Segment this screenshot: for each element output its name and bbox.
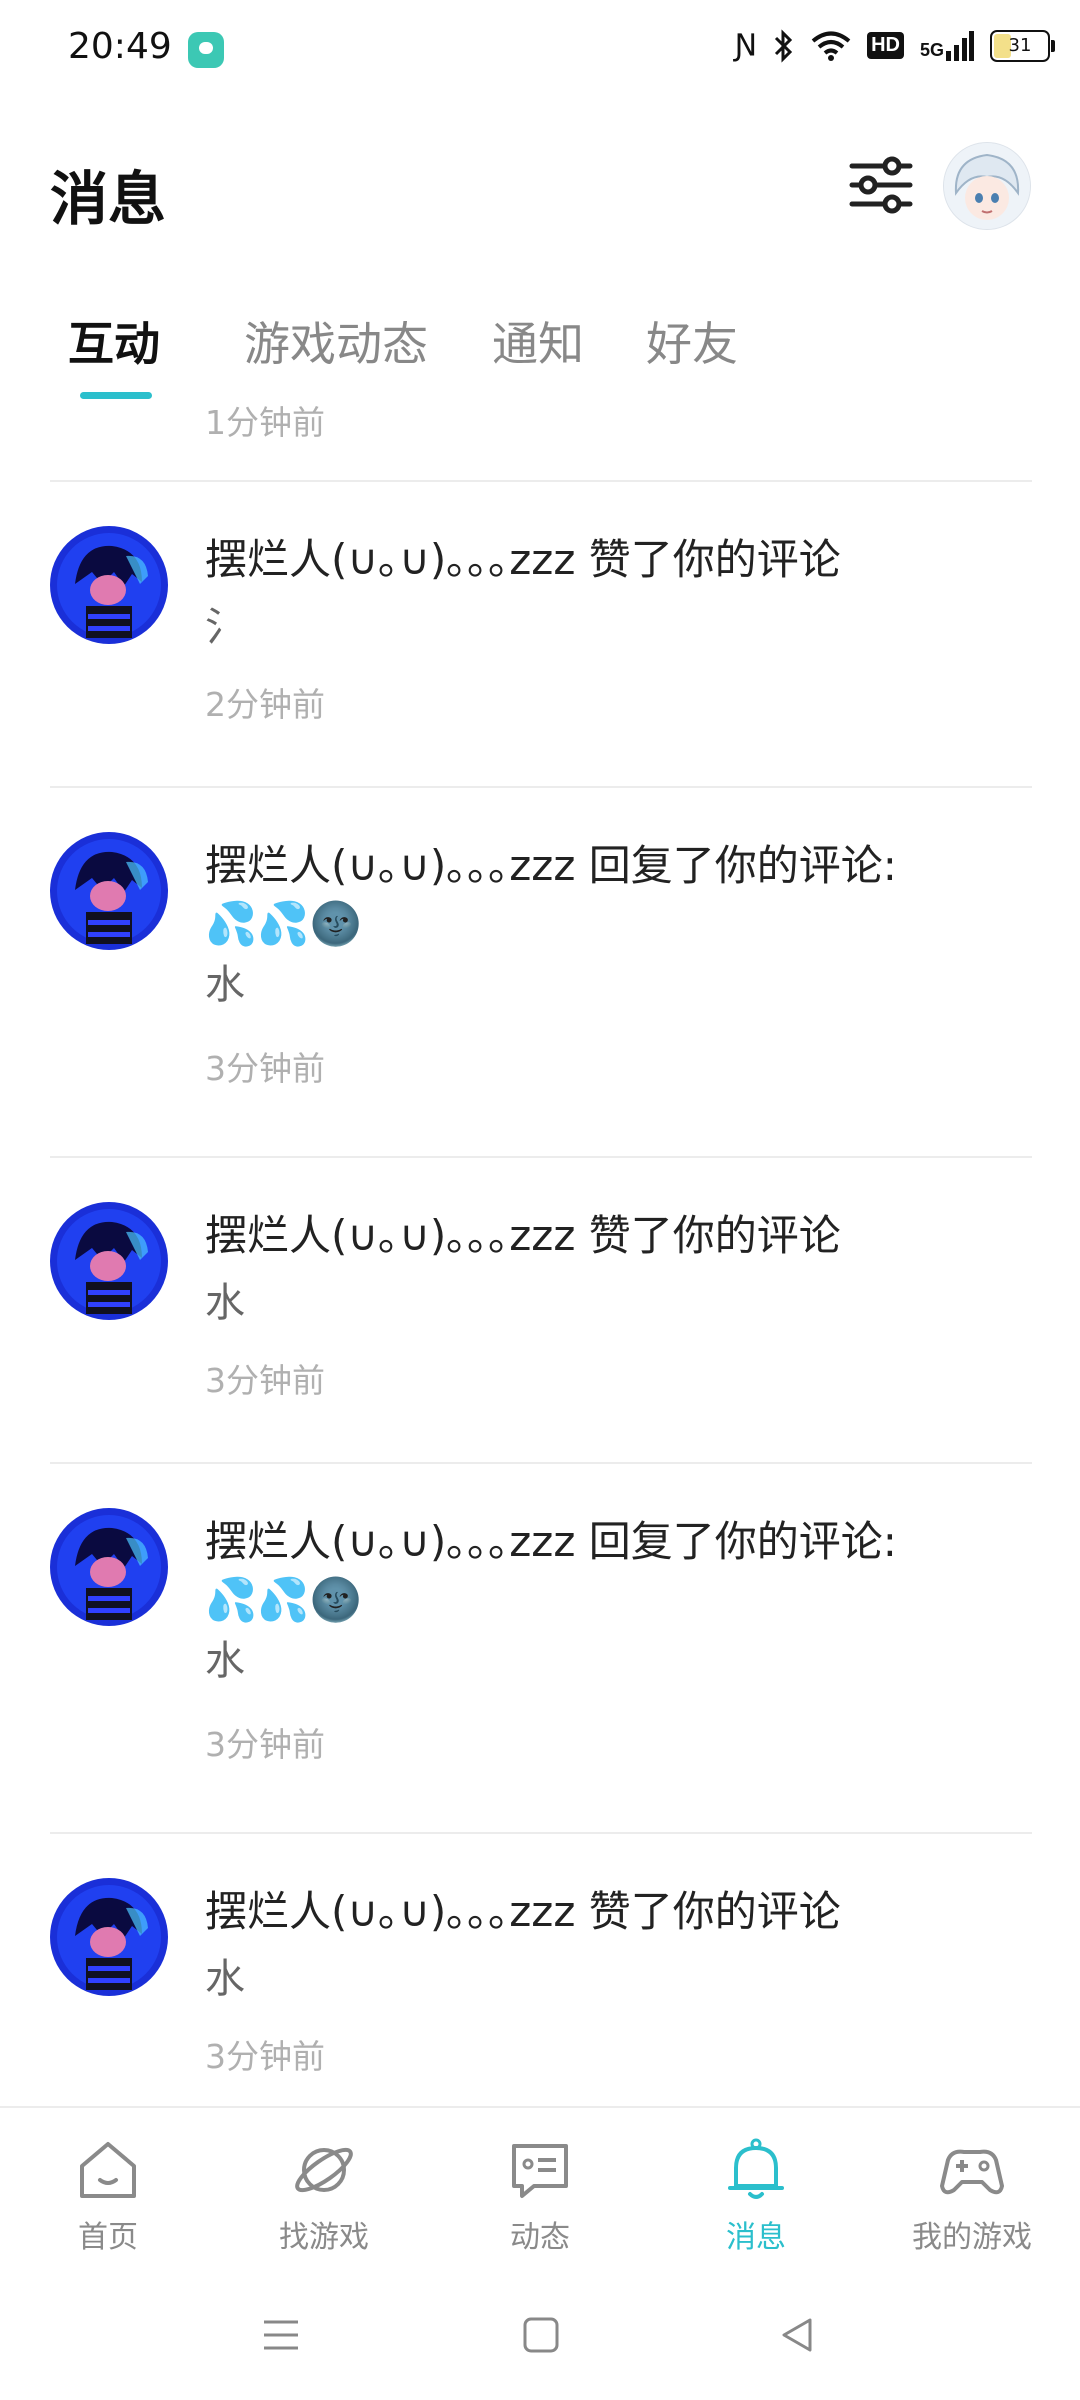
message-item[interactable]: 摆烂人(∪｡∪)｡｡｡zzz 回复了你的评论: 💦💦🌚 水 3分钟前 bbox=[0, 788, 1080, 1156]
sender-name[interactable]: 摆烂人(∪｡∪)｡｡｡zzz bbox=[205, 1887, 575, 1936]
message-body: 氵 bbox=[205, 604, 245, 650]
signal-group: 5G bbox=[919, 30, 974, 61]
message-title: 摆烂人(∪｡∪)｡｡｡zzz 回复了你的评论: 💦💦🌚 bbox=[205, 832, 897, 949]
bottom-navigation: 首页 找游戏 动态 消息 我的游戏 bbox=[0, 2106, 1080, 2272]
message-body: 水 bbox=[205, 1956, 245, 2002]
tab-interaction[interactable]: 互动 bbox=[68, 308, 160, 374]
network-type: 5G bbox=[919, 39, 944, 60]
message-action: 回复了你的评论: bbox=[588, 841, 897, 890]
page-header: 消息 bbox=[0, 130, 1080, 240]
message-title: 摆烂人(∪｡∪)｡｡｡zzz 赞了你的评论 bbox=[205, 1202, 841, 1263]
sender-name[interactable]: 摆烂人(∪｡∪)｡｡｡zzz bbox=[205, 1517, 575, 1566]
nav-label: 动态 bbox=[510, 2220, 570, 2255]
message-item[interactable]: 摆烂人(∪｡∪)｡｡｡zzz 赞了你的评论 水 3分钟前 bbox=[0, 1158, 1080, 1464]
tab-friends[interactable]: 好友 bbox=[646, 308, 738, 374]
message-time: 3分钟前 bbox=[205, 1725, 325, 1764]
message-time: 1分钟前 bbox=[205, 403, 325, 442]
message-item[interactable]: 摆烂人(∪｡∪)｡｡｡zzz 赞了你的评论 水 3分钟前 bbox=[0, 1834, 1080, 2106]
hd-badge: HD bbox=[867, 32, 904, 59]
nav-label: 消息 bbox=[726, 2220, 786, 2255]
home-square-icon[interactable] bbox=[516, 2310, 566, 2360]
status-bar: 20:49 Ɲ HD 5G 31 bbox=[0, 0, 1080, 100]
bluetooth-icon bbox=[775, 28, 793, 63]
user-avatar[interactable] bbox=[943, 142, 1031, 230]
nav-my-games[interactable]: 我的游戏 bbox=[864, 2108, 1080, 2272]
message-title: 摆烂人(∪｡∪)｡｡｡zzz 赞了你的评论 bbox=[205, 526, 841, 587]
nav-feed[interactable]: 动态 bbox=[432, 2108, 648, 2272]
bell-icon bbox=[728, 2138, 784, 2199]
message-time: 3分钟前 bbox=[205, 1049, 325, 1088]
message-time: 3分钟前 bbox=[205, 2037, 325, 2076]
reply-emoji: 💦💦🌚 bbox=[205, 899, 362, 948]
tab-bar: 互动 游戏动态 通知 好友 bbox=[0, 290, 1080, 400]
message-time: 2分钟前 bbox=[205, 685, 325, 724]
message-title: 摆烂人(∪｡∪)｡｡｡zzz 赞了你的评论 bbox=[205, 1878, 841, 1939]
sender-avatar[interactable] bbox=[50, 832, 168, 950]
tab-notifications[interactable]: 通知 bbox=[492, 308, 584, 374]
status-icons: Ɲ HD 5G 31 bbox=[734, 28, 1055, 63]
message-body: 水 bbox=[205, 1638, 245, 1684]
nav-label: 我的游戏 bbox=[912, 2220, 1032, 2255]
sender-name[interactable]: 摆烂人(∪｡∪)｡｡｡zzz bbox=[205, 535, 575, 584]
battery-level: 31 bbox=[1008, 34, 1032, 56]
message-list[interactable]: 1分钟前 摆烂人(∪｡∪)｡｡｡zzz 赞了你的评论 氵 2分钟前 摆烂人(∪｡… bbox=[0, 396, 1080, 2106]
nav-home[interactable]: 首页 bbox=[0, 2108, 216, 2272]
reply-emoji: 💦💦🌚 bbox=[205, 1575, 362, 1624]
message-time: 3分钟前 bbox=[205, 1361, 325, 1400]
signal-icon bbox=[946, 30, 974, 61]
nfc-icon: Ɲ bbox=[734, 28, 758, 63]
app-notification-icon bbox=[188, 32, 224, 68]
back-icon[interactable] bbox=[772, 2310, 822, 2360]
message-action: 回复了你的评论: bbox=[588, 1517, 897, 1566]
message-action: 赞了你的评论 bbox=[588, 1887, 841, 1936]
battery-indicator: 31 bbox=[990, 29, 1055, 62]
gamepad-icon bbox=[940, 2149, 1004, 2195]
tab-game-updates[interactable]: 游戏动态 bbox=[244, 308, 428, 374]
page-title: 消息 bbox=[50, 165, 167, 233]
message-body: 水 bbox=[205, 1280, 245, 1326]
message-action: 赞了你的评论 bbox=[588, 535, 841, 584]
message-item[interactable]: 摆烂人(∪｡∪)｡｡｡zzz 回复了你的评论: 💦💦🌚 水 3分钟前 bbox=[0, 1464, 1080, 1832]
sender-avatar[interactable] bbox=[50, 1878, 168, 1996]
home-icon bbox=[80, 2142, 136, 2198]
status-time: 20:49 bbox=[68, 26, 172, 67]
wifi-icon bbox=[811, 31, 851, 61]
message-item[interactable]: 摆烂人(∪｡∪)｡｡｡zzz 赞了你的评论 氵 2分钟前 bbox=[0, 482, 1080, 788]
nav-find-games[interactable]: 找游戏 bbox=[216, 2108, 432, 2272]
nav-label: 找游戏 bbox=[279, 2220, 369, 2255]
message-body: 水 bbox=[205, 962, 245, 1008]
nav-label: 首页 bbox=[78, 2220, 138, 2255]
message-title: 摆烂人(∪｡∪)｡｡｡zzz 回复了你的评论: 💦💦🌚 bbox=[205, 1508, 897, 1625]
sender-avatar[interactable] bbox=[50, 1202, 168, 1320]
filter-sliders-icon[interactable] bbox=[848, 152, 914, 218]
sender-avatar[interactable] bbox=[50, 526, 168, 644]
menu-icon[interactable] bbox=[256, 2310, 306, 2360]
nav-messages[interactable]: 消息 bbox=[648, 2108, 864, 2272]
system-navigation-bar bbox=[0, 2270, 1080, 2400]
sender-name[interactable]: 摆烂人(∪｡∪)｡｡｡zzz bbox=[205, 1211, 575, 1260]
sender-avatar[interactable] bbox=[50, 1508, 168, 1626]
chat-bubble-icon bbox=[512, 2144, 568, 2198]
message-action: 赞了你的评论 bbox=[588, 1211, 841, 1260]
planet-icon bbox=[295, 2147, 353, 2193]
sender-name[interactable]: 摆烂人(∪｡∪)｡｡｡zzz bbox=[205, 841, 575, 890]
